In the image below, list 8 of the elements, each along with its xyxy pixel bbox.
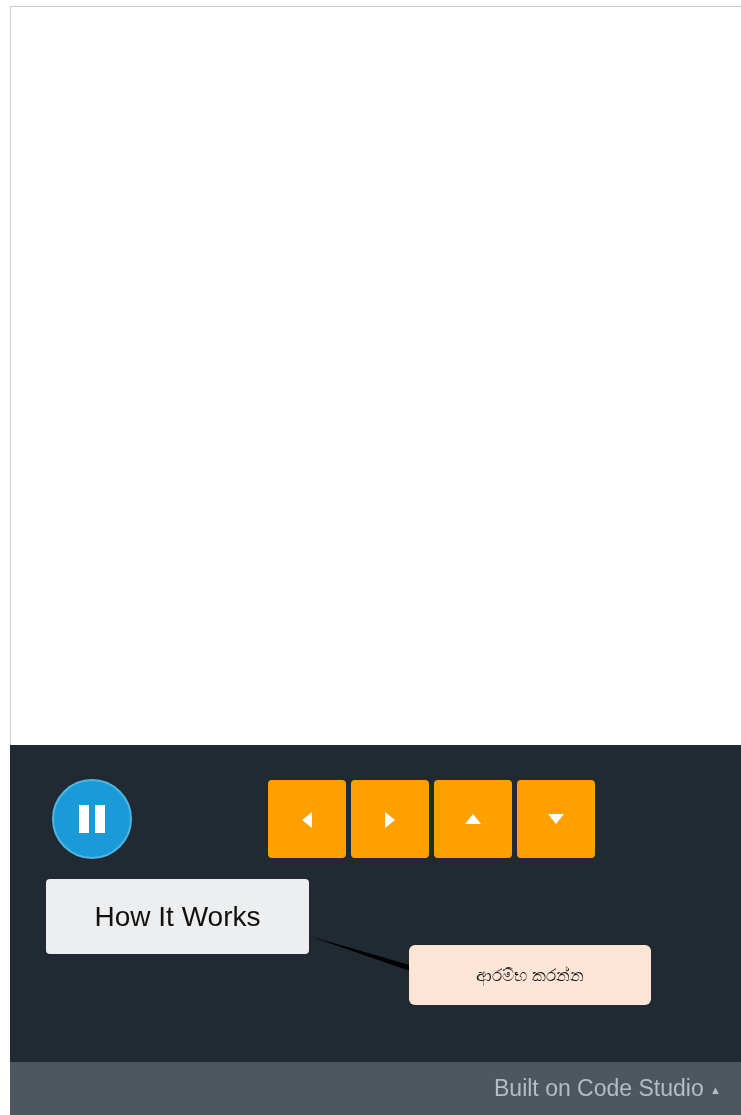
arrow-button[interactable] [268,780,346,858]
caret-icon: ▲ [710,1083,721,1096]
arrow-button[interactable] [351,780,429,858]
how-it-works-button[interactable]: How It Works [46,879,309,954]
arrow-button[interactable] [434,780,512,858]
callout-bubble: ආරම්භ කරන්න [409,945,651,1005]
footer-link[interactable]: Built on Code Studio ▲ [494,1075,721,1102]
arrow-button[interactable] [517,780,595,858]
